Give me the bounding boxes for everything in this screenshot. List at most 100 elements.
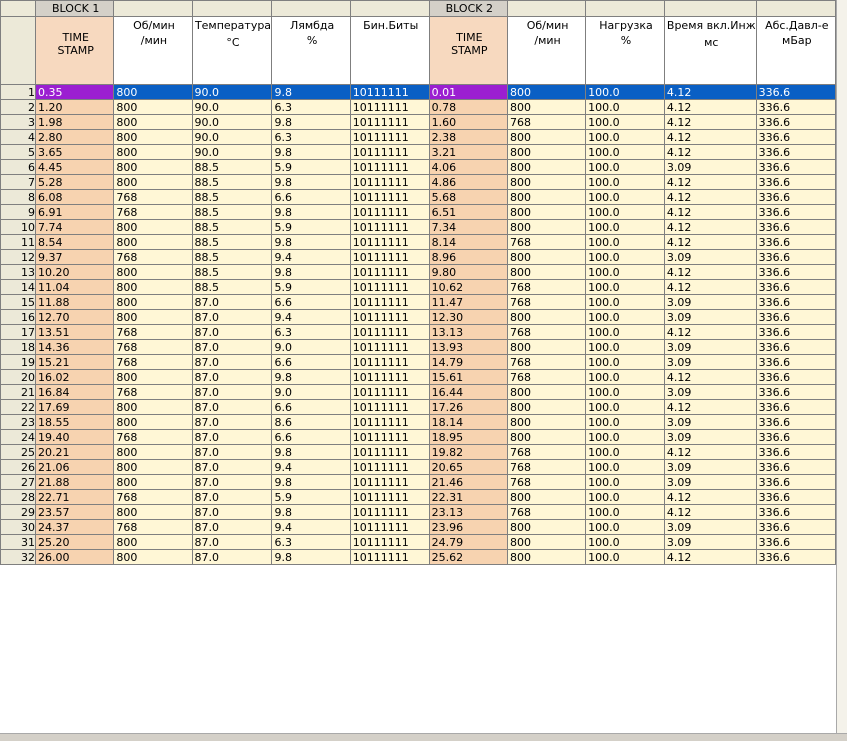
table-cell[interactable]: 336.6 [755,234,836,250]
table-cell[interactable]: 3.09 [663,339,757,355]
table-cell[interactable]: 9.8 [271,504,351,520]
table-cell[interactable]: 3.09 [663,294,757,310]
timestamp-cell[interactable]: 6.51 [428,204,509,220]
timestamp-cell[interactable]: 4.45 [34,159,115,175]
timestamp-cell[interactable]: 13.13 [428,324,509,340]
table-cell[interactable]: 87.0 [191,369,273,385]
table-cell[interactable]: 9.4 [271,249,351,265]
table-cell[interactable]: 336.6 [755,189,836,205]
table-cell[interactable]: 6.6 [271,399,351,415]
table-cell[interactable]: 800 [113,264,193,280]
column-header-2[interactable]: Об/мин/мин [113,16,193,85]
timestamp-cell[interactable]: 11.88 [34,294,115,310]
table-row[interactable]: 26 21.06 800 87.0 9.4 10111111 20.65 768 100.0 3.… [0,459,836,475]
timestamp-cell[interactable]: 24.37 [34,519,115,535]
table-cell[interactable]: 9.4 [271,519,351,535]
table-row[interactable]: 6 4.45 800 88.5 5.9 10111111 4.06 800 100.0 3.09 3… [0,159,836,175]
table-cell[interactable]: 100.0 [585,459,665,475]
table-cell[interactable]: 800 [507,174,587,190]
table-cell[interactable]: 800 [507,129,587,145]
table-cell[interactable]: 800 [507,159,587,175]
table-cell[interactable]: 800 [507,84,587,100]
table-cell[interactable]: 88.5 [191,249,273,265]
table-cell[interactable]: 768 [113,429,193,445]
table-row[interactable]: 13 10.20 800 88.5 9.8 10111111 9.80 800 100.0 4.1… [0,264,836,280]
timestamp-cell[interactable]: 4.06 [428,159,509,175]
timestamp-cell[interactable]: 25.20 [34,534,115,550]
column-header-4[interactable]: Лямбда% [271,16,351,85]
table-cell[interactable]: 100.0 [585,414,665,430]
column-header-9[interactable]: Время вкл.Инж мс [663,16,757,85]
timestamp-cell[interactable]: 14.79 [428,354,509,370]
table-row[interactable]: 22 17.69 800 87.0 6.6 10111111 17.26 800 100.0 4.… [0,399,836,415]
table-cell[interactable]: 100.0 [585,324,665,340]
table-cell[interactable]: 800 [507,249,587,265]
table-cell[interactable]: 768 [507,369,587,385]
table-cell[interactable]: 100.0 [585,174,665,190]
table-cell[interactable]: 9.8 [271,144,351,160]
table-cell[interactable]: 768 [507,294,587,310]
column-header-8[interactable]: Нагрузка% [585,16,665,85]
timestamp-cell[interactable]: 10.62 [428,279,509,295]
table-cell[interactable]: 336.6 [755,384,836,400]
table-cell[interactable]: 88.5 [191,174,273,190]
table-cell[interactable]: 9.8 [271,474,351,490]
table-cell[interactable]: 100.0 [585,534,665,550]
data-grid[interactable]: BLOCK 1 BLOCK 2 TIME STAMP Об/мин/мин Темпе… [0,0,836,733]
table-row[interactable]: 28 22.71 768 87.0 5.9 10111111 22.31 800 100.0 4.… [0,489,836,505]
table-cell[interactable]: 4.12 [663,219,757,235]
table-row[interactable]: 7 5.28 800 88.5 9.8 10111111 4.86 800 100.0 4.12 3… [0,174,836,190]
table-row[interactable]: 8 6.08 768 88.5 6.6 10111111 5.68 800 100.0 4.12 3… [0,189,836,205]
table-cell[interactable]: 800 [113,549,193,565]
table-cell[interactable]: 100.0 [585,504,665,520]
table-cell[interactable]: 768 [113,384,193,400]
table-cell[interactable]: 6.6 [271,189,351,205]
table-cell[interactable]: 336.6 [755,489,836,505]
table-cell[interactable]: 5.9 [271,489,351,505]
table-cell[interactable]: 90.0 [191,144,273,160]
timestamp-cell[interactable]: 21.06 [34,459,115,475]
table-cell[interactable]: 800 [507,549,587,565]
table-cell[interactable]: 336.6 [755,264,836,280]
timestamp-cell[interactable]: 6.91 [34,204,115,220]
table-cell[interactable]: 100.0 [585,84,665,100]
table-cell[interactable]: 10111111 [349,234,430,250]
table-cell[interactable]: 88.5 [191,279,273,295]
table-cell[interactable]: 768 [507,279,587,295]
table-cell[interactable]: 3.09 [663,429,757,445]
table-cell[interactable]: 336.6 [755,399,836,415]
table-cell[interactable]: 3.09 [663,249,757,265]
timestamp-cell[interactable]: 7.74 [34,219,115,235]
table-cell[interactable]: 9.8 [271,549,351,565]
table-cell[interactable]: 100.0 [585,144,665,160]
table-cell[interactable]: 10111111 [349,144,430,160]
timestamp-cell[interactable]: 1.60 [428,114,509,130]
column-header-3[interactable]: Температура °C [191,16,273,85]
table-cell[interactable]: 90.0 [191,114,273,130]
vertical-scrollbar[interactable] [836,0,847,733]
table-cell[interactable]: 9.0 [271,384,351,400]
table-row[interactable]: 21 16.84 768 87.0 9.0 10111111 16.44 800 100.0 3.… [0,384,836,400]
table-cell[interactable]: 9.8 [271,264,351,280]
table-cell[interactable]: 6.6 [271,294,351,310]
table-cell[interactable]: 336.6 [755,324,836,340]
table-cell[interactable]: 336.6 [755,174,836,190]
table-cell[interactable]: 336.6 [755,159,836,175]
table-cell[interactable]: 800 [113,369,193,385]
table-cell[interactable]: 88.5 [191,204,273,220]
table-cell[interactable]: 768 [507,474,587,490]
table-cell[interactable]: 4.12 [663,369,757,385]
table-cell[interactable]: 6.3 [271,99,351,115]
table-cell[interactable]: 768 [113,204,193,220]
table-cell[interactable]: 4.12 [663,99,757,115]
table-cell[interactable]: 800 [113,504,193,520]
table-cell[interactable]: 100.0 [585,489,665,505]
table-cell[interactable]: 768 [113,189,193,205]
table-cell[interactable]: 336.6 [755,504,836,520]
table-cell[interactable]: 10111111 [349,129,430,145]
table-cell[interactable]: 100.0 [585,474,665,490]
table-cell[interactable]: 100.0 [585,309,665,325]
column-header-7[interactable]: Об/мин/мин [507,16,587,85]
table-cell[interactable]: 3.09 [663,459,757,475]
table-cell[interactable]: 100.0 [585,429,665,445]
